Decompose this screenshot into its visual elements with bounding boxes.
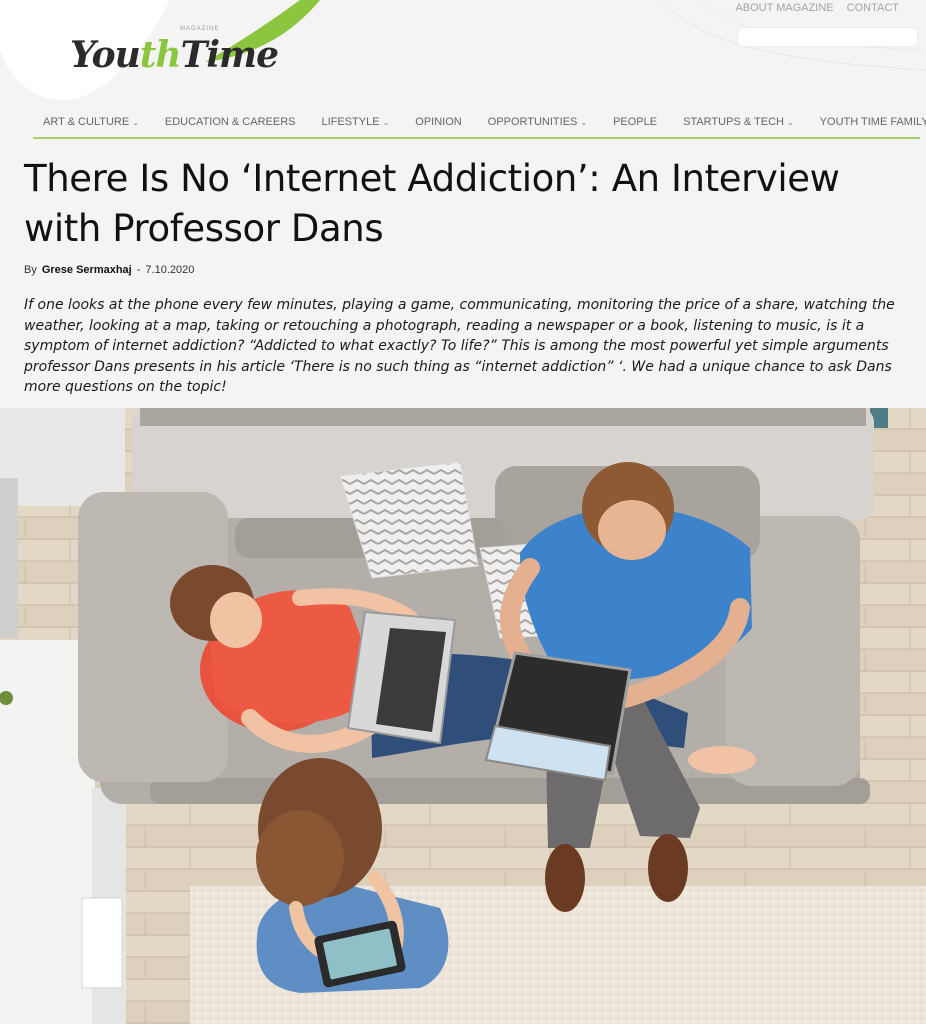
site-header: You th Time MAGAZINE ABOUT MAGAZINE CONTAC… xyxy=(0,0,926,140)
nav-item-opportunities[interactable]: OPPORTUNITIES ⌄ xyxy=(478,116,597,128)
nav-label: ART & CULTURE xyxy=(43,116,130,128)
publish-date: 7.10.2020 xyxy=(145,264,195,276)
family-on-sofa-photo xyxy=(0,408,926,1024)
logo-tagline: MAGAZINE xyxy=(180,26,220,32)
nav-label: OPINION xyxy=(415,116,462,128)
nav-label: LIFESTYLE xyxy=(321,116,380,128)
nav-item-art-culture[interactable]: ART & CULTURE ⌄ xyxy=(33,116,149,128)
chevron-down-icon: ⌄ xyxy=(382,117,390,127)
nav-label: YOUTH TIME FAMILY xyxy=(819,116,926,128)
top-link-contact[interactable]: CONTACT xyxy=(847,2,899,14)
logo-text-accent: th xyxy=(139,34,182,76)
nav-item-lifestyle[interactable]: LIFESTYLE ⌄ xyxy=(311,116,399,128)
article-title-line-1: There Is No ‘Internet Addiction’: An Int… xyxy=(24,157,840,200)
nav-label: EDUCATION & CAREERS xyxy=(164,116,296,128)
article-title-line-2: with Professor Dans xyxy=(24,207,384,250)
article-title: There Is No ‘Internet Addiction’: An Int… xyxy=(24,154,904,254)
nav-item-education-careers[interactable]: EDUCATION & CAREERS xyxy=(155,116,306,128)
nav-item-youth-time-family[interactable]: YOUTH TIME FAMILY xyxy=(810,116,926,128)
chevron-down-icon: ⌄ xyxy=(580,117,588,127)
top-link-about-magazine[interactable]: ABOUT MAGAZINE xyxy=(735,2,833,14)
nav-item-startups-tech[interactable]: STARTUPS & TECH ⌄ xyxy=(673,116,804,128)
nav-item-people[interactable]: PEOPLE xyxy=(603,116,667,128)
chevron-down-icon: ⌄ xyxy=(786,117,794,127)
site-logo[interactable]: You th Time MAGAZINE xyxy=(70,20,279,76)
logo-text-2: Time xyxy=(180,34,279,76)
nav-label: STARTUPS & TECH xyxy=(683,116,784,128)
byline-separator: - xyxy=(136,264,141,276)
nav-label: OPPORTUNITIES xyxy=(487,116,578,128)
logo-text-1: You xyxy=(70,34,141,76)
nav-label: PEOPLE xyxy=(613,116,658,128)
author-link[interactable]: Grese Sermaxhaj xyxy=(42,264,132,276)
hero-image xyxy=(0,408,926,1024)
nav-item-opinion[interactable]: OPINION xyxy=(405,116,471,128)
article-lede: If one looks at the phone every few minu… xyxy=(24,297,895,395)
chevron-down-icon: ⌄ xyxy=(132,117,139,127)
top-links: ABOUT MAGAZINE CONTACT xyxy=(735,2,899,14)
main-navigation: ART & CULTURE ⌄ EDUCATION & CAREERS LIFE… xyxy=(33,107,926,139)
byline-prefix: By xyxy=(24,264,37,276)
search-input[interactable] xyxy=(737,27,918,47)
byline: By Grese Sermaxhaj - 7.10.2020 xyxy=(24,264,194,276)
